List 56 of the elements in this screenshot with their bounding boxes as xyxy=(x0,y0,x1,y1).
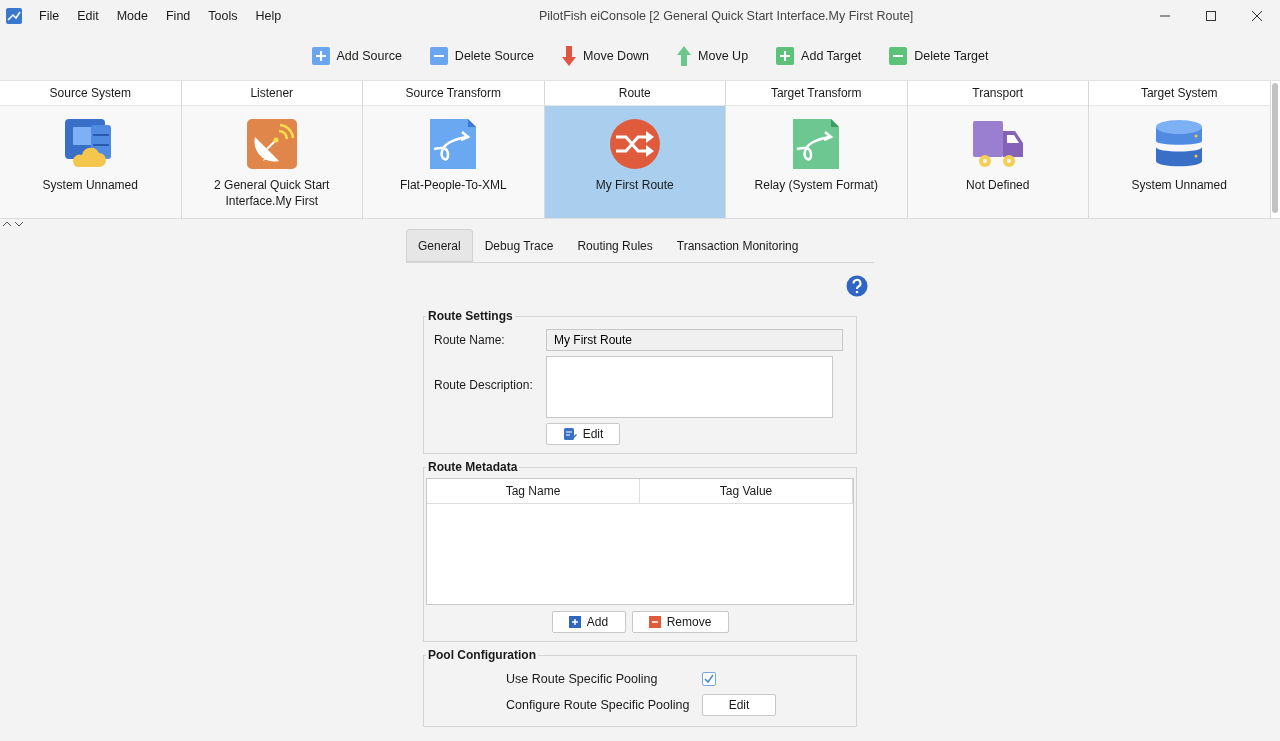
satellite-dish-icon xyxy=(244,117,299,171)
collapse-arrows-icon[interactable] xyxy=(2,220,24,228)
app-logo-icon xyxy=(6,8,22,24)
stage-card[interactable]: Flat-People-To-XML xyxy=(363,106,544,218)
toolbar-button[interactable]: Add Source xyxy=(307,45,406,67)
tab[interactable]: General xyxy=(406,229,473,262)
remove-button[interactable]: Remove xyxy=(631,611,729,633)
help-icon[interactable] xyxy=(846,275,868,297)
scrollbar[interactable] xyxy=(1272,83,1278,213)
route-description-field[interactable] xyxy=(546,356,833,418)
group-title: Pool Configuration xyxy=(427,648,537,662)
toolbar-button[interactable]: Delete Source xyxy=(425,45,539,67)
toolbar-button[interactable]: Move Down xyxy=(558,44,654,68)
add-button[interactable]: Add xyxy=(551,611,626,633)
toolbar-button[interactable]: Move Up xyxy=(673,44,753,68)
stage-card[interactable]: 2 General Quick Start Interface.My First xyxy=(181,106,362,218)
stage-name: My First Route xyxy=(594,177,675,193)
tab[interactable]: Routing Rules xyxy=(565,229,665,262)
tab[interactable]: Debug Trace xyxy=(472,229,566,262)
toolbar-button[interactable]: Add Target xyxy=(772,45,866,67)
toolbar-button[interactable]: Delete Target xyxy=(885,45,993,67)
menu-item[interactable]: Help xyxy=(246,9,291,23)
field-label: Use Route Specific Pooling xyxy=(506,672,659,686)
menu-item[interactable]: Tools xyxy=(199,9,247,23)
stage-name: System Unnamed xyxy=(41,177,139,193)
edit-button[interactable]: Edit xyxy=(546,423,620,445)
tab[interactable]: Transaction Monitoring xyxy=(664,229,811,262)
stage-name: Flat-People-To-XML xyxy=(398,177,508,193)
stage-name: Not Defined xyxy=(965,177,1031,193)
checkbox[interactable] xyxy=(702,672,716,686)
stage-name: Relay (System Format) xyxy=(753,177,879,193)
group-title: Route Settings xyxy=(427,309,514,323)
field-label: Configure Route Specific Pooling xyxy=(506,698,691,712)
add-icon xyxy=(568,616,581,628)
menu-item[interactable]: Edit xyxy=(68,9,108,23)
stage-card[interactable]: System Unnamed xyxy=(1089,106,1270,218)
group-title: Route Metadata xyxy=(427,460,519,474)
edit-button[interactable]: Edit xyxy=(702,694,776,716)
field-label: Route Description: xyxy=(434,377,534,392)
column-header[interactable]: Tag Value xyxy=(640,479,853,503)
window-title: PilotFish eiConsole [2 General Quick Start Interface.My First Route] xyxy=(537,9,915,23)
stage-card[interactable]: My First Route xyxy=(544,106,725,218)
menu-item[interactable]: File xyxy=(30,9,69,23)
column-header[interactable]: Tag Name xyxy=(427,479,640,503)
menu-item[interactable]: Mode xyxy=(107,9,157,23)
stage-name: System Unnamed xyxy=(1130,177,1228,193)
menu-item[interactable]: Find xyxy=(157,9,200,23)
stage-card[interactable]: Not Defined xyxy=(907,106,1088,218)
route-name-field[interactable]: My First Route xyxy=(546,329,843,351)
shuffle-arrows-icon xyxy=(607,117,662,171)
edit-document-icon xyxy=(562,427,577,441)
field-label: Route Name: xyxy=(434,333,506,347)
minus-icon xyxy=(648,616,661,628)
stage-name: 2 General Quick Start Interface.My First xyxy=(213,177,331,209)
stage-card[interactable]: System Unnamed xyxy=(0,106,181,218)
stage-card[interactable]: Relay (System Format) xyxy=(726,106,907,218)
